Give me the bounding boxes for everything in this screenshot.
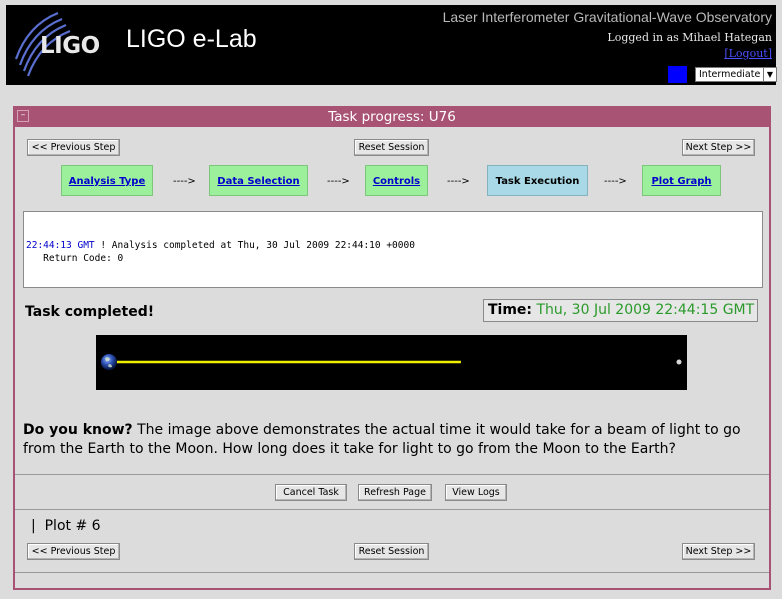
log-return-code: Return Code: 0 [26,253,124,264]
refresh-page-button[interactable]: Refresh Page [358,484,432,501]
step-plot-graph[interactable]: Plot Graph [642,165,721,196]
previous-step-button-bottom[interactable]: << Previous Step [27,543,120,560]
step-controls[interactable]: Controls [365,165,428,196]
previous-step-button-top[interactable]: << Previous Step [27,139,120,156]
earth-icon [101,354,117,370]
time-display: Time: Thu, 30 Jul 2009 22:44:15 GMT [483,299,758,322]
task-completed-label: Task completed! [25,304,155,320]
minimize-icon[interactable]: – [17,110,29,122]
level-color-swatch [668,66,687,83]
logo-text: LIGO [40,33,100,59]
step-data-selection[interactable]: Data Selection [209,165,308,196]
org-title: Laser Interferometer Gravitational-Wave … [442,9,772,25]
do-you-know-label: Do you know? [23,422,133,438]
time-label: Time: [488,302,533,318]
step-arrow: ----> [604,176,627,187]
divider [15,474,769,475]
do-you-know-text: Do you know? The image above demonstrate… [23,421,763,459]
logged-in-user: Logged in as Mihael Hategan [607,31,772,44]
step-arrow: ----> [327,176,350,187]
task-progress-panel: – Task progress: U76 << Previous Step Re… [13,106,771,590]
moon-icon [676,359,682,365]
next-step-button-top[interactable]: Next Step >> [682,139,755,156]
reset-session-button-top[interactable]: Reset Session [354,139,429,156]
step-task-execution: Task Execution [487,165,588,196]
step-arrow: ----> [447,176,470,187]
step-analysis-type[interactable]: Analysis Type [61,165,153,196]
level-select-value: Intermediate [699,69,761,80]
divider [15,509,769,510]
panel-title: Task progress: U76 [328,109,456,125]
log-timestamp: 22:44:13 GMT [26,240,95,251]
next-step-button-bottom[interactable]: Next Step >> [682,543,755,560]
app-title: LIGO e-Lab [126,25,257,53]
time-value: Thu, 30 Jul 2009 22:44:15 GMT [536,302,755,318]
plot-label: | Plot # 6 [31,518,101,534]
step-arrow: ----> [173,176,196,187]
earth-moon-animation [96,335,687,390]
ligo-logo: LIGO [14,11,104,77]
cancel-task-button[interactable]: Cancel Task [275,484,347,501]
reset-session-button-bottom[interactable]: Reset Session [354,543,429,560]
panel-titlebar: – Task progress: U76 [15,108,769,127]
task-log: 22:44:13 GMT ! Analysis completed at Thu… [23,211,763,288]
log-message: ! Analysis completed at Thu, 30 Jul 2009… [94,240,415,251]
divider [15,572,769,573]
level-select[interactable]: Intermediate ▼ [695,67,777,82]
chevron-down-icon[interactable]: ▼ [763,68,776,81]
log-line: 22:44:13 GMT ! Analysis completed at Thu… [26,239,762,252]
site-header: LIGO LIGO e-Lab Laser Interferometer Gra… [6,5,777,85]
view-logs-button[interactable]: View Logs [445,484,507,501]
logout-link[interactable]: [Logout] [724,47,772,60]
